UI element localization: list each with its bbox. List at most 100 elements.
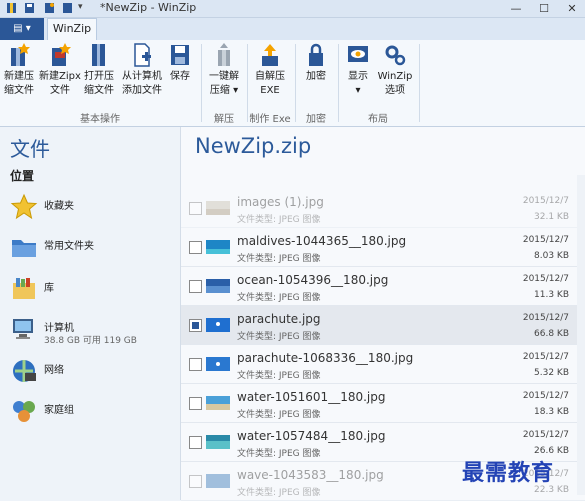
- encrypt-label: 加密: [306, 71, 326, 82]
- file-type: 文件类型: JPEG 图像: [237, 488, 321, 498]
- file-type: 文件类型: JPEG 图像: [237, 410, 321, 420]
- group-label-unzip: 解压: [214, 114, 234, 125]
- file-date: 2015/12/7: [522, 235, 569, 245]
- file-row[interactable]: maldives-1044365__180.jpg 文件类型: JPEG 图像 …: [181, 228, 585, 267]
- zip-contents-pane: NewZip.zip images (1).jpg 文件类型: JPEG 图像 …: [181, 127, 585, 501]
- file-date: 2015/12/7: [522, 313, 569, 323]
- file-row[interactable]: ocean-1054396__180.jpg 文件类型: JPEG 图像 201…: [181, 267, 585, 306]
- nav-computer[interactable]: 计算机 38.8 GB 可用 119 GB: [8, 313, 178, 351]
- nav-homegroup-label: 家庭组: [44, 405, 74, 416]
- nav-library-label: 库: [44, 283, 54, 294]
- library-icon: [13, 278, 35, 299]
- ribbon: 新建压 缩文件 新建Zipx 文件 打开压 缩文件 从计算机 添加文件 保存 基…: [0, 40, 585, 127]
- nav-library[interactable]: 库: [8, 273, 178, 311]
- nav-homegroup[interactable]: 家庭组: [8, 395, 178, 433]
- file-row[interactable]: parachute-1068336__180.jpg 文件类型: JPEG 图像…: [181, 345, 585, 384]
- nav-favorites[interactable]: 收藏夹: [8, 191, 178, 229]
- new-zip-label-line2: 缩文件: [4, 85, 34, 96]
- winzip-options-button[interactable]: WinZip 选项: [376, 42, 414, 98]
- ribbon-separator: [295, 44, 296, 122]
- new-zipx-button[interactable]: 新建Zipx 文件: [38, 42, 82, 98]
- file-size: 32.1 KB: [534, 212, 569, 222]
- file-checkbox[interactable]: [189, 358, 202, 371]
- group-label-make-exe: 制作 Exe: [249, 114, 291, 125]
- add-files-label-line1: 从计算机: [122, 71, 162, 82]
- file-type: 文件类型: JPEG 图像: [237, 215, 321, 225]
- file-name: parachute-1068336__180.jpg: [237, 351, 414, 365]
- quick-access-dropdown-icon[interactable]: ▾: [78, 2, 83, 12]
- nav-computer-label: 计算机: [44, 323, 74, 334]
- image-thumbnail-icon: [206, 318, 230, 332]
- view-button[interactable]: 显示 ▾: [342, 42, 374, 98]
- file-checkbox[interactable]: [189, 475, 202, 488]
- file-type: 文件类型: JPEG 图像: [237, 449, 321, 459]
- nav-common-folders[interactable]: 常用文件夹: [8, 231, 178, 269]
- file-checkbox[interactable]: [189, 280, 202, 293]
- image-thumbnail-icon: [206, 357, 230, 371]
- new-zip-button[interactable]: 新建压 缩文件: [2, 42, 36, 98]
- nav-common-folders-label: 常用文件夹: [44, 241, 94, 252]
- self-extract-label-line1: 自解压: [255, 71, 285, 82]
- file-date: 2015/12/7: [522, 430, 569, 440]
- file-menu-button[interactable]: ▤ ▾: [0, 18, 44, 40]
- image-thumbnail-icon: [206, 201, 230, 215]
- file-type: 文件类型: JPEG 图像: [237, 371, 321, 381]
- ribbon-tab-row: ▤ ▾ WinZip: [0, 18, 585, 41]
- new-zip-icon: [11, 43, 30, 66]
- save-button[interactable]: 保存: [166, 42, 194, 84]
- unzip-icon: [218, 43, 230, 66]
- vertical-scrollbar[interactable]: [577, 175, 585, 495]
- computer-icon: [13, 319, 33, 339]
- minimize-button[interactable]: —: [503, 0, 529, 17]
- group-label-basic: 基本操作: [80, 114, 120, 125]
- view-dropdown-arrow: ▾: [355, 85, 361, 96]
- lock-icon: [309, 43, 323, 66]
- save-icon: [171, 45, 189, 65]
- file-checkbox[interactable]: [189, 202, 202, 215]
- new-zipx-icon: [52, 43, 71, 66]
- self-extract-label-line2: EXE: [260, 85, 280, 96]
- watermark-logo: 最需教育: [462, 460, 555, 486]
- ribbon-separator: [338, 44, 339, 122]
- title-bar: ▾ *NewZip - WinZip — ☐ ✕: [0, 0, 585, 18]
- maximize-button[interactable]: ☐: [531, 0, 557, 17]
- one-click-unzip-button[interactable]: 一键解 压缩 ▾: [206, 42, 242, 98]
- file-checkbox[interactable]: [189, 436, 202, 449]
- nav-network[interactable]: 网络: [8, 355, 178, 393]
- file-checkbox[interactable]: [189, 397, 202, 410]
- file-row[interactable]: water-1051601__180.jpg 文件类型: JPEG 图像 201…: [181, 384, 585, 423]
- tab-winzip[interactable]: WinZip: [47, 18, 97, 41]
- self-extract-exe-button[interactable]: 自解压 EXE: [250, 42, 290, 98]
- file-date: 2015/12/7: [522, 274, 569, 284]
- encrypt-button[interactable]: 加密: [300, 42, 332, 84]
- file-checkbox[interactable]: [189, 241, 202, 254]
- file-checkbox-checked[interactable]: [189, 319, 202, 332]
- homegroup-icon: [13, 401, 35, 422]
- file-row-selected[interactable]: parachute.jpg 文件类型: JPEG 图像 2015/12/7 66…: [181, 306, 585, 345]
- nav-network-label: 网络: [44, 365, 64, 376]
- group-label-layout: 布局: [368, 114, 388, 125]
- open-zip-icon[interactable]: [62, 2, 73, 14]
- ribbon-separator: [419, 44, 420, 122]
- add-from-computer-button[interactable]: 从计算机 添加文件: [120, 42, 164, 98]
- add-files-icon: [134, 43, 151, 67]
- group-label-encrypt: 加密: [306, 114, 326, 125]
- image-thumbnail-icon: [206, 474, 230, 488]
- file-name: ocean-1054396__180.jpg: [237, 273, 389, 287]
- file-row[interactable]: images (1).jpg 文件类型: JPEG 图像 2015/12/7 3…: [181, 189, 585, 228]
- new-zipx-label-line2: 文件: [50, 85, 70, 96]
- file-name: images (1).jpg: [237, 195, 324, 209]
- winzip-logo-icon: [7, 3, 16, 13]
- star-icon: [10, 193, 38, 220]
- open-zip-label-line2: 缩文件: [84, 85, 114, 96]
- zip-file-title: NewZip.zip: [195, 134, 312, 158]
- close-button[interactable]: ✕: [559, 0, 585, 17]
- open-zip-button[interactable]: 打开压 缩文件: [82, 42, 116, 98]
- gear-icon: [385, 45, 406, 66]
- self-extract-icon: [262, 44, 278, 66]
- save-icon[interactable]: [24, 2, 35, 14]
- new-zip-icon[interactable]: [44, 2, 55, 14]
- disk-space-text: 38.8 GB 可用 119 GB: [44, 336, 137, 346]
- image-thumbnail-icon: [206, 396, 230, 410]
- image-thumbnail-icon: [206, 435, 230, 449]
